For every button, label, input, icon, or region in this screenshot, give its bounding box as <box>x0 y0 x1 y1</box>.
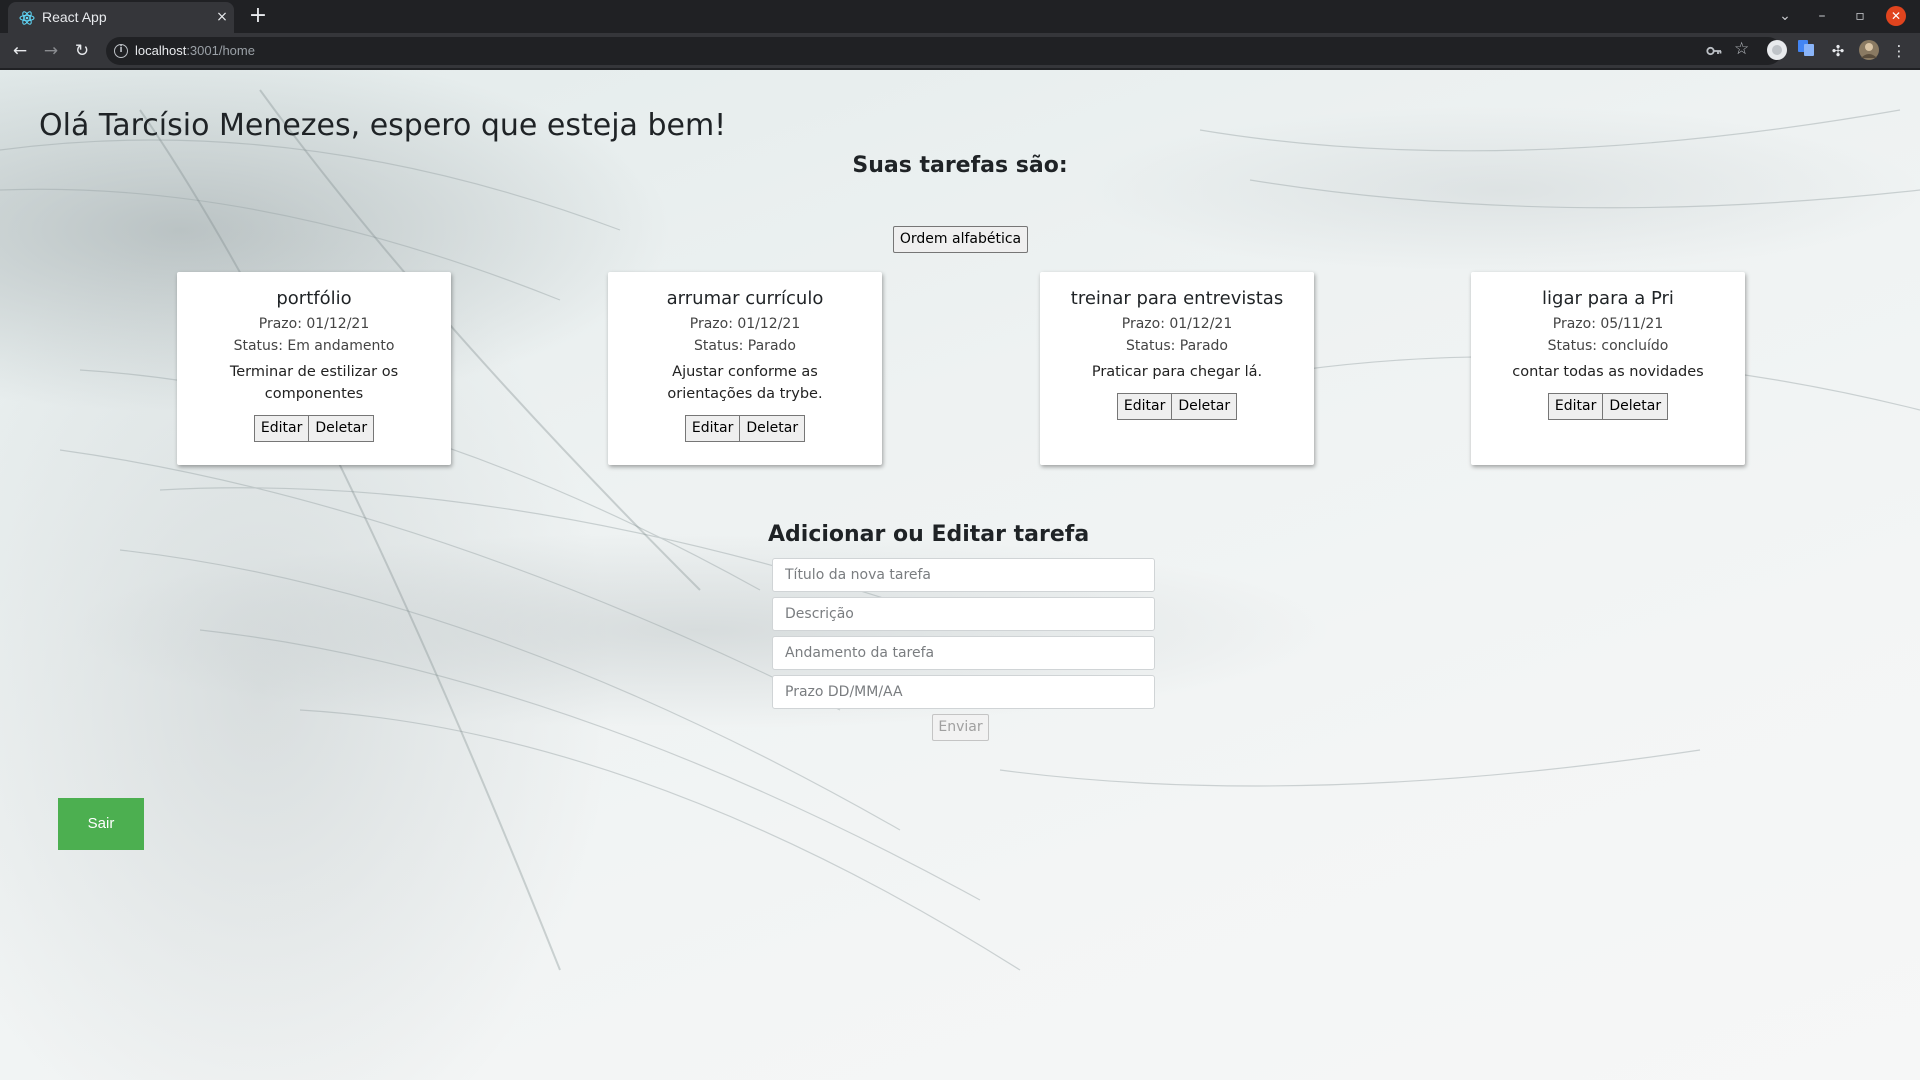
forward-arrow-icon[interactable]: → <box>38 38 64 64</box>
task-title: treinar para entrevistas <box>1070 288 1284 309</box>
task-deadline: Prazo: 01/12/21 <box>258 316 370 332</box>
task-card: arrumar currículo Prazo: 01/12/21 Status… <box>608 272 882 465</box>
task-card: treinar para entrevistas Prazo: 01/12/21… <box>1040 272 1314 465</box>
password-key-icon[interactable] <box>1706 44 1722 58</box>
delete-task-button[interactable]: Deletar <box>740 415 806 442</box>
profile-photo-icon <box>1859 40 1879 60</box>
task-status-input[interactable] <box>772 636 1155 670</box>
tasks-heading: Suas tarefas são: <box>852 153 1068 178</box>
tab-search-chevron-icon[interactable]: ⌄ <box>1774 6 1796 26</box>
task-actions: Editar Deletar <box>1040 393 1314 420</box>
task-status: Status: Parado <box>694 338 796 354</box>
restore-window-icon[interactable]: ▫ <box>1849 6 1871 26</box>
task-description: Ajustar conforme as orientações da trybe… <box>667 364 823 402</box>
edit-task-button[interactable]: Editar <box>684 415 741 442</box>
task-deadline: Prazo: 01/12/21 <box>1121 316 1233 332</box>
puzzle-extensions-icon[interactable]: ✣ <box>1826 39 1850 63</box>
browser-menu-icon[interactable]: ⋮ <box>1887 39 1911 63</box>
alphabetical-sort-button[interactable]: Ordem alfabética <box>893 226 1028 253</box>
task-status: Status: Parado <box>1126 338 1228 354</box>
task-card: ligar para a Pri Prazo: 05/11/21 Status:… <box>1471 272 1745 465</box>
task-card: portfólio Prazo: 01/12/21 Status: Em and… <box>177 272 451 465</box>
submit-task-button[interactable]: Enviar <box>932 714 989 741</box>
browser-tab-react-app[interactable]: React App × <box>8 2 234 33</box>
back-arrow-icon[interactable]: ← <box>7 38 33 64</box>
browser-tab-strip: React App × + ⌄ – ▫ ✕ <box>0 0 1920 33</box>
task-deadline: Prazo: 05/11/21 <box>1552 316 1664 332</box>
site-info-icon[interactable]: i <box>114 44 128 58</box>
task-title: arrumar currículo <box>666 288 824 309</box>
edit-task-button[interactable]: Editar <box>253 415 310 442</box>
edit-task-button[interactable]: Editar <box>1547 393 1604 420</box>
edit-task-button[interactable]: Editar <box>1116 393 1173 420</box>
delete-task-button[interactable]: Deletar <box>1172 393 1238 420</box>
task-status: Status: Em andamento <box>233 338 395 354</box>
extension-circle-icon[interactable] <box>1765 39 1789 63</box>
logout-button[interactable]: Sair <box>58 798 144 850</box>
react-logo-icon <box>19 11 35 25</box>
address-bar[interactable]: i localhost:3001/home ☆ <box>106 37 1782 65</box>
bookmark-star-icon[interactable]: ☆ <box>1734 39 1749 59</box>
address-url: localhost:3001/home <box>135 43 255 58</box>
task-description: Praticar para chegar lá. <box>1091 364 1263 380</box>
task-actions: Editar Deletar <box>1471 393 1745 420</box>
task-deadline: Prazo: 01/12/21 <box>689 316 801 332</box>
tab-title: React App <box>42 9 107 25</box>
delete-task-button[interactable]: Deletar <box>309 415 375 442</box>
greeting-heading: Olá Tarcísio Menezes, espero que esteja … <box>39 108 727 143</box>
task-description: contar todas as novidades <box>1512 364 1704 380</box>
minimize-window-icon[interactable]: – <box>1811 6 1833 26</box>
translate-icon <box>1798 40 1814 56</box>
task-title: portfólio <box>276 288 352 309</box>
task-actions: Editar Deletar <box>177 415 451 442</box>
task-form-title: Adicionar ou Editar tarefa <box>768 522 1090 547</box>
browser-toolbar: ← → ↻ i localhost:3001/home ☆ ✣ ⋮ <box>0 33 1920 69</box>
translate-extension-icon[interactable] <box>1794 39 1818 63</box>
task-description: Terminar de estilizar os componentes <box>229 364 399 402</box>
new-tab-icon[interactable]: + <box>247 4 269 28</box>
delete-task-button[interactable]: Deletar <box>1603 393 1669 420</box>
extension-avatar-icon <box>1767 40 1787 60</box>
web-page: Olá Tarcísio Menezes, espero que esteja … <box>0 70 1920 1080</box>
task-actions: Editar Deletar <box>608 415 882 442</box>
reload-icon[interactable]: ↻ <box>69 38 95 64</box>
tab-close-icon[interactable]: × <box>212 7 232 27</box>
task-description-input[interactable] <box>772 597 1155 631</box>
task-status: Status: concluído <box>1547 338 1669 354</box>
profile-avatar-icon[interactable] <box>1857 39 1881 63</box>
task-title-input[interactable] <box>772 558 1155 592</box>
task-deadline-input[interactable] <box>772 675 1155 709</box>
task-title: ligar para a Pri <box>1542 288 1674 309</box>
close-window-icon[interactable]: ✕ <box>1886 6 1906 26</box>
